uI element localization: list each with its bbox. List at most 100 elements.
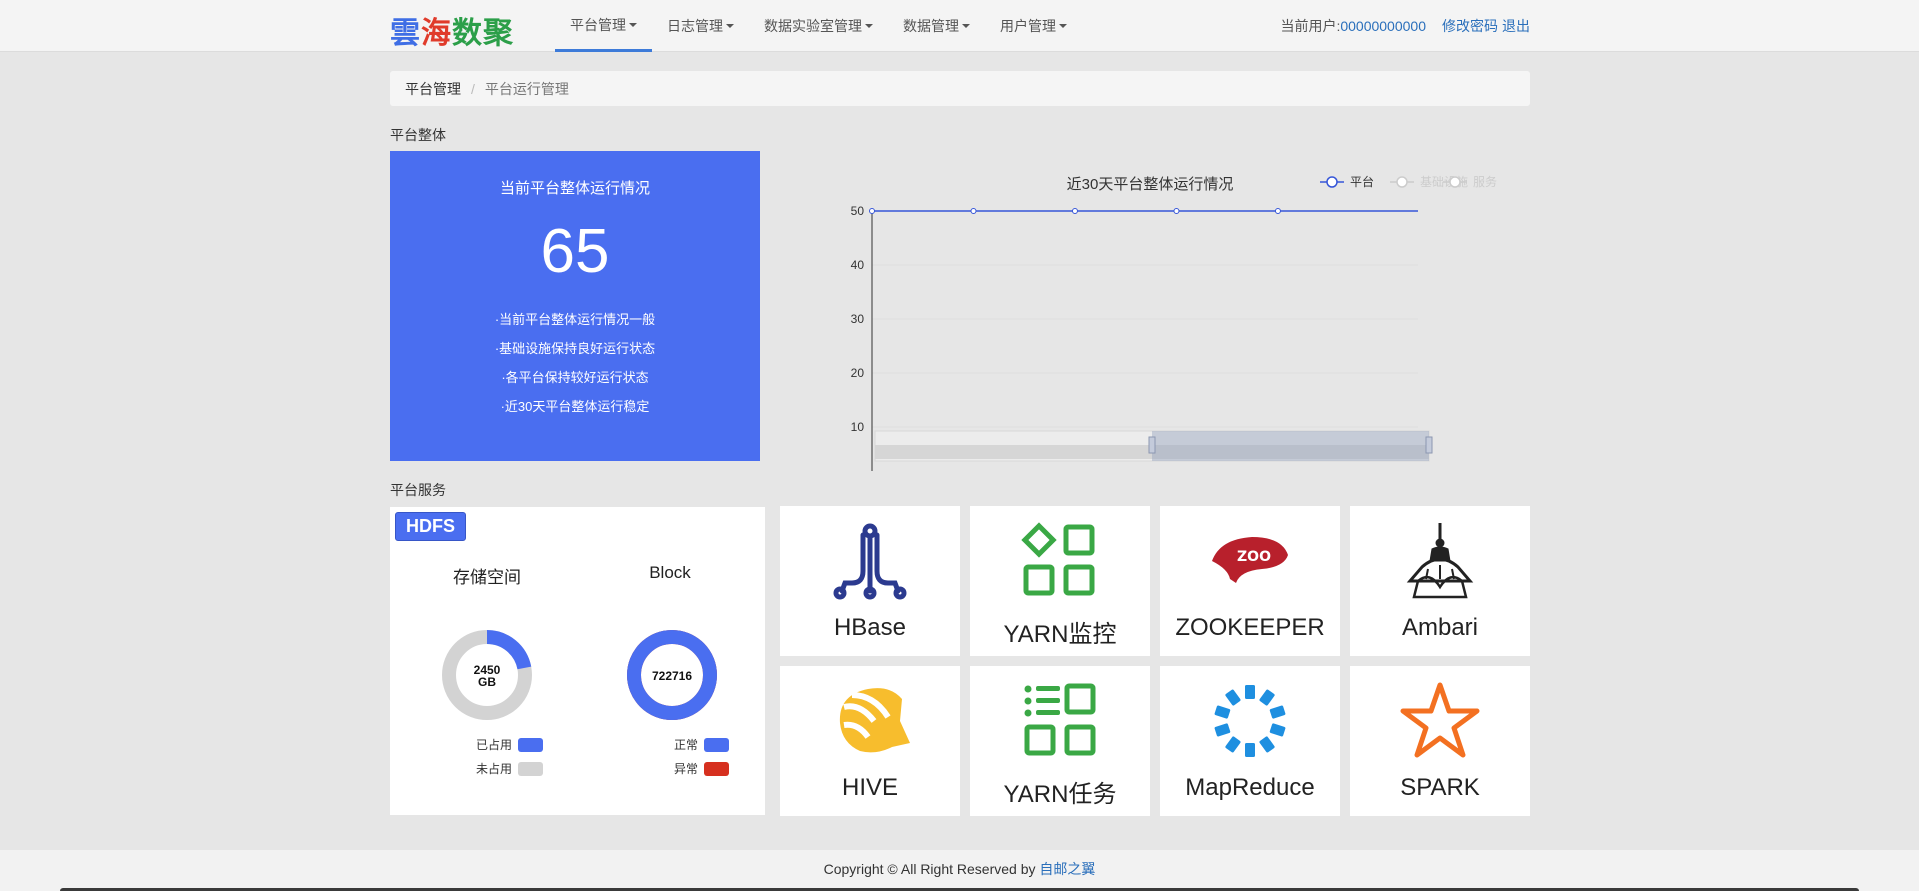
top-navbar: 雲海数聚 平台管理 日志管理 数据实验室管理 数据管理 用户管理 当前用户: 0… [0, 0, 1919, 52]
hdfs-card[interactable]: HDFS 存储空间 Block 2450 GB 722716 已占用 未占用 正… [390, 507, 765, 815]
y-tick-label: 20 [851, 366, 865, 380]
storage-unit: GB [478, 675, 496, 689]
service-tile-spark[interactable]: SPARK [1350, 666, 1530, 816]
yarn-monitor-icon [1021, 522, 1095, 596]
legend-label: 正常 [674, 738, 699, 752]
block-legend-abnormal: 异常 [674, 760, 730, 777]
hdfs-badge: HDFS [395, 512, 466, 541]
service-tile-yarn-task[interactable]: YARN任务 [970, 666, 1150, 816]
legend-label: 异常 [674, 762, 699, 776]
footer-link[interactable]: 自邮之翼 [1039, 861, 1095, 877]
status-score: 65 [540, 217, 610, 286]
service-name: Ambari [1401, 614, 1479, 641]
status-line: ·当前平台整体运行情况一般 [494, 312, 656, 327]
legend-label: 未占用 [476, 762, 513, 776]
mapreduce-icon-segment [1245, 685, 1255, 699]
breadcrumb-current: 平台运行管理 [484, 80, 569, 97]
service-tile-mapreduce[interactable]: MapReduce [1160, 666, 1340, 816]
service-name: HIVE [841, 774, 898, 801]
nav-label: 数据实验室管理 [764, 18, 862, 34]
yarn-task-icon [1024, 683, 1096, 756]
zookeeper-logo-text: ZOO [1237, 549, 1271, 565]
footer: Copyright © All Right Reserved by 自邮之翼 [0, 850, 1919, 891]
footer-copyright: Copyright © All Right Reserved by [823, 861, 1036, 877]
legend-swatch [704, 761, 730, 776]
logout-link[interactable]: 退出 [1502, 16, 1530, 36]
nav-platform-management[interactable]: 平台管理 [555, 0, 652, 52]
legend-swatch [704, 737, 730, 752]
hive-icon [839, 688, 910, 753]
breadcrumb-root[interactable]: 平台管理 [405, 79, 461, 99]
service-tile-zookeeper[interactable]: ZOO ZOOKEEPER [1160, 506, 1340, 656]
service-name: YARN监控 [1003, 621, 1117, 648]
legend-label[interactable]: 服务 [1473, 174, 1497, 189]
nav-log-management[interactable]: 日志管理 [652, 0, 749, 52]
zoom-slider-window[interactable] [1152, 431, 1429, 461]
caret-down-icon [865, 24, 873, 28]
service-name: MapReduce [1185, 774, 1315, 801]
hbase-icon [833, 523, 907, 600]
change-password-link[interactable]: 修改密码 [1442, 16, 1498, 36]
spark-icon [1400, 682, 1480, 758]
caret-down-icon [962, 24, 970, 28]
legend-label[interactable]: 平台 [1350, 174, 1374, 189]
service-tile-hbase[interactable]: HBase [780, 506, 960, 656]
service-tile-hive[interactable]: HIVE [780, 666, 960, 816]
mapreduce-icon-segment [1269, 723, 1286, 737]
mapreduce-icon-segment [1259, 736, 1275, 753]
series-point [970, 208, 977, 214]
zoom-handle[interactable] [1148, 436, 1156, 454]
storage-legend-used: 已占用 [476, 736, 544, 753]
mapreduce-icon-segment [1225, 689, 1241, 706]
storage-donut: 2450 GB [442, 630, 532, 720]
nav-user-management[interactable]: 用户管理 [985, 0, 1082, 52]
brand-char: 雲 [390, 16, 421, 51]
brand-char: 聚 [483, 16, 514, 51]
ambari-icon [1406, 523, 1474, 599]
y-tick-label: 10 [851, 420, 865, 434]
service-name: ZOOKEEPER [1175, 614, 1325, 641]
legend-marker[interactable] [1326, 176, 1338, 188]
nav-label: 用户管理 [1000, 18, 1056, 34]
mapreduce-icon-segment [1269, 705, 1286, 719]
mapreduce-icon-segment [1259, 689, 1275, 706]
y-tick-label: 30 [851, 312, 865, 326]
nav-label: 日志管理 [667, 18, 723, 34]
y-tick-label: 50 [851, 204, 865, 218]
main-menu: 平台管理 日志管理 数据实验室管理 数据管理 用户管理 [555, 0, 1082, 52]
service-tile-yarn-monitor[interactable]: YARN监控 [970, 506, 1150, 656]
legend-marker[interactable] [1396, 176, 1408, 188]
zoom-handle[interactable] [1425, 436, 1433, 454]
current-user-name: 00000000000 [1340, 18, 1426, 34]
trend-chart-svg: 近30天平台整体运行情况 平台基础设施服务 01020304050 2019-1… [851, 174, 1497, 471]
service-tile-ambari[interactable]: Ambari [1350, 506, 1530, 656]
zookeeper-icon: ZOO [1212, 537, 1288, 583]
legend-marker[interactable] [1449, 176, 1461, 188]
mapreduce-icon-segment [1214, 705, 1231, 719]
legend-label: 已占用 [476, 738, 513, 752]
current-user-label: 当前用户: [1280, 18, 1341, 34]
series-point [869, 208, 875, 214]
brand-logo[interactable]: 雲海数聚 [390, 8, 514, 52]
mapreduce-icon [1214, 685, 1286, 757]
brand-char: 海 [421, 16, 452, 51]
block-value: 722716 [652, 669, 692, 683]
series-point [1274, 208, 1281, 214]
overall-status-card: 当前平台整体运行情况 65 ·当前平台整体运行情况一般 ·基础设施保持良好运行状… [390, 151, 760, 461]
status-card-title: 当前平台整体运行情况 [499, 180, 650, 197]
legend-swatch [518, 737, 544, 752]
legend-swatch [518, 761, 544, 776]
storage-title: 存储空间 [453, 568, 521, 587]
y-tick-label: 40 [851, 258, 865, 272]
section-title-services: 平台服务 [390, 482, 446, 498]
storage-legend-free: 未占用 [476, 760, 544, 777]
nav-datalab-management[interactable]: 数据实验室管理 [749, 0, 888, 52]
mapreduce-icon-segment [1245, 743, 1255, 757]
nav-data-management[interactable]: 数据管理 [888, 0, 985, 52]
series-point [1071, 208, 1078, 214]
service-name: HBase [833, 614, 907, 641]
mapreduce-icon-segment [1225, 736, 1241, 753]
series-point [1173, 208, 1180, 214]
mapreduce-icon-segment [1214, 723, 1231, 737]
caret-down-icon [1059, 24, 1067, 28]
